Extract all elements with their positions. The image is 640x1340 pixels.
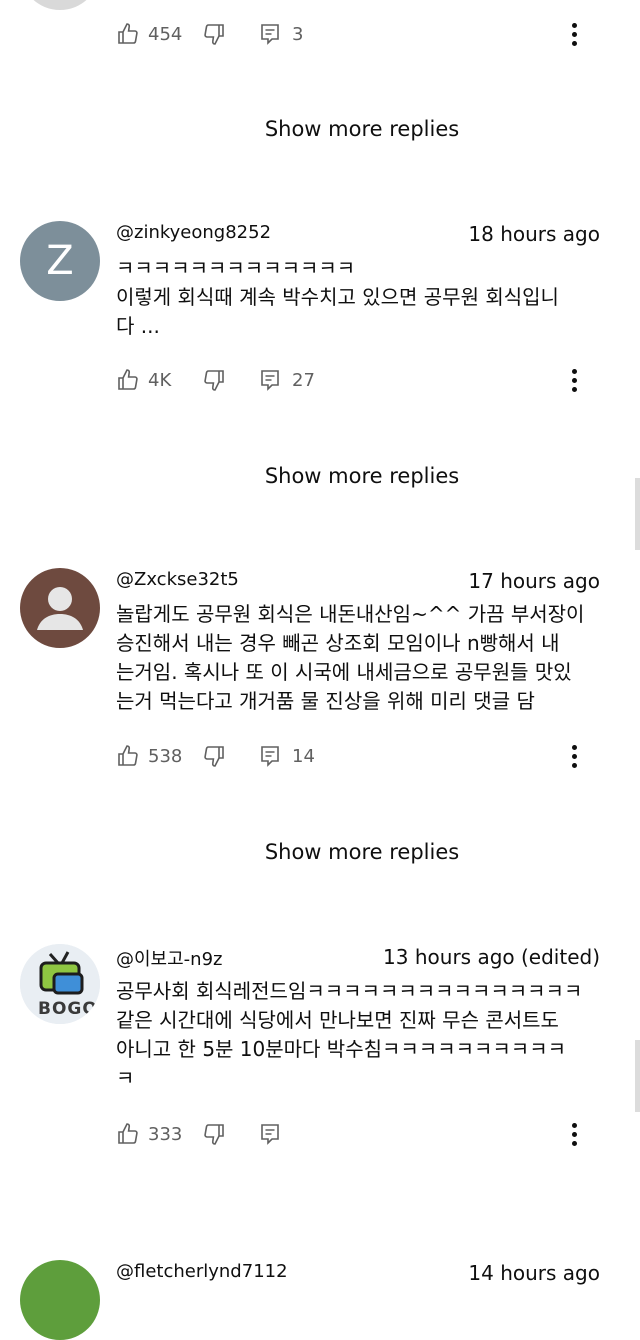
avatar[interactable]: BOGO xyxy=(20,944,100,1024)
avatar[interactable] xyxy=(20,1260,100,1340)
avatar[interactable]: Z xyxy=(20,221,100,301)
comment-timestamp[interactable]: 18 hours ago xyxy=(468,222,600,246)
show-more-replies-button[interactable]: Show more replies xyxy=(0,464,640,488)
like-icon[interactable] xyxy=(116,744,140,768)
more-options-button[interactable] xyxy=(560,736,588,776)
comment-actions: 4K 27 xyxy=(116,360,315,400)
show-more-replies-button[interactable]: Show more replies xyxy=(0,117,640,141)
comment-actions: 333 xyxy=(116,1114,282,1154)
comment-text: 공무사회 회식레전드임ㅋㅋㅋㅋㅋㅋㅋㅋㅋㅋㅋㅋㅋㅋㅋ 같은 시간대에 식당에서 … xyxy=(116,979,583,1090)
comment-timestamp[interactable]: 13 hours ago (edited) xyxy=(383,945,600,969)
comment-username[interactable]: @Zxckse32t5 xyxy=(116,569,239,590)
comment-username[interactable]: @fletcherlynd7112 xyxy=(116,1261,288,1282)
more-options-button[interactable] xyxy=(560,360,588,400)
comment-text: ㅋㅋㅋㅋㅋㅋㅋㅋㅋㅋㅋㅋㅋ 이렇게 회식때 계속 박수치고 있으면 공무원 회식… xyxy=(116,256,559,338)
comment-username[interactable]: @zinkyeong8252 xyxy=(116,222,271,243)
comment-username[interactable]: @이보고-n9z xyxy=(116,945,222,971)
more-options-button[interactable] xyxy=(560,14,588,54)
avatar[interactable] xyxy=(20,0,100,10)
dislike-icon[interactable] xyxy=(202,368,226,392)
reply-icon[interactable] xyxy=(258,368,282,392)
like-icon[interactable] xyxy=(116,1122,140,1146)
like-count: 454 xyxy=(148,23,183,45)
comment-timestamp[interactable]: 14 hours ago xyxy=(468,1261,600,1285)
avatar-logo-text: BOGO xyxy=(38,999,98,1019)
more-options-button[interactable] xyxy=(560,1114,588,1154)
comment-actions: 538 14 xyxy=(116,736,315,776)
comment-text: 놀랍게도 공무원 회식은 내돈내산임~^^ 가끔 부서장이 승진해서 내는 경우… xyxy=(116,602,585,713)
like-count: 538 xyxy=(148,745,183,767)
like-count: 333 xyxy=(148,1123,183,1145)
scrollbar[interactable] xyxy=(635,478,640,550)
default-user-icon xyxy=(37,587,83,630)
like-icon[interactable] xyxy=(116,368,140,392)
reply-icon[interactable] xyxy=(258,22,282,46)
reply-count: 14 xyxy=(292,745,315,767)
show-more-replies-button[interactable]: Show more replies xyxy=(0,840,640,864)
dislike-icon[interactable] xyxy=(202,744,226,768)
like-count: 4K xyxy=(148,369,172,391)
reply-count: 3 xyxy=(292,23,304,45)
dislike-icon[interactable] xyxy=(202,1122,226,1146)
reply-icon[interactable] xyxy=(258,1122,282,1146)
avatar[interactable] xyxy=(20,568,100,648)
reply-count: 27 xyxy=(292,369,315,391)
comment-actions: 454 3 xyxy=(116,14,303,54)
reply-icon[interactable] xyxy=(258,744,282,768)
dislike-icon[interactable] xyxy=(202,22,226,46)
like-icon[interactable] xyxy=(116,22,140,46)
comment-timestamp[interactable]: 17 hours ago xyxy=(468,569,600,593)
scrollbar[interactable] xyxy=(635,1040,640,1112)
